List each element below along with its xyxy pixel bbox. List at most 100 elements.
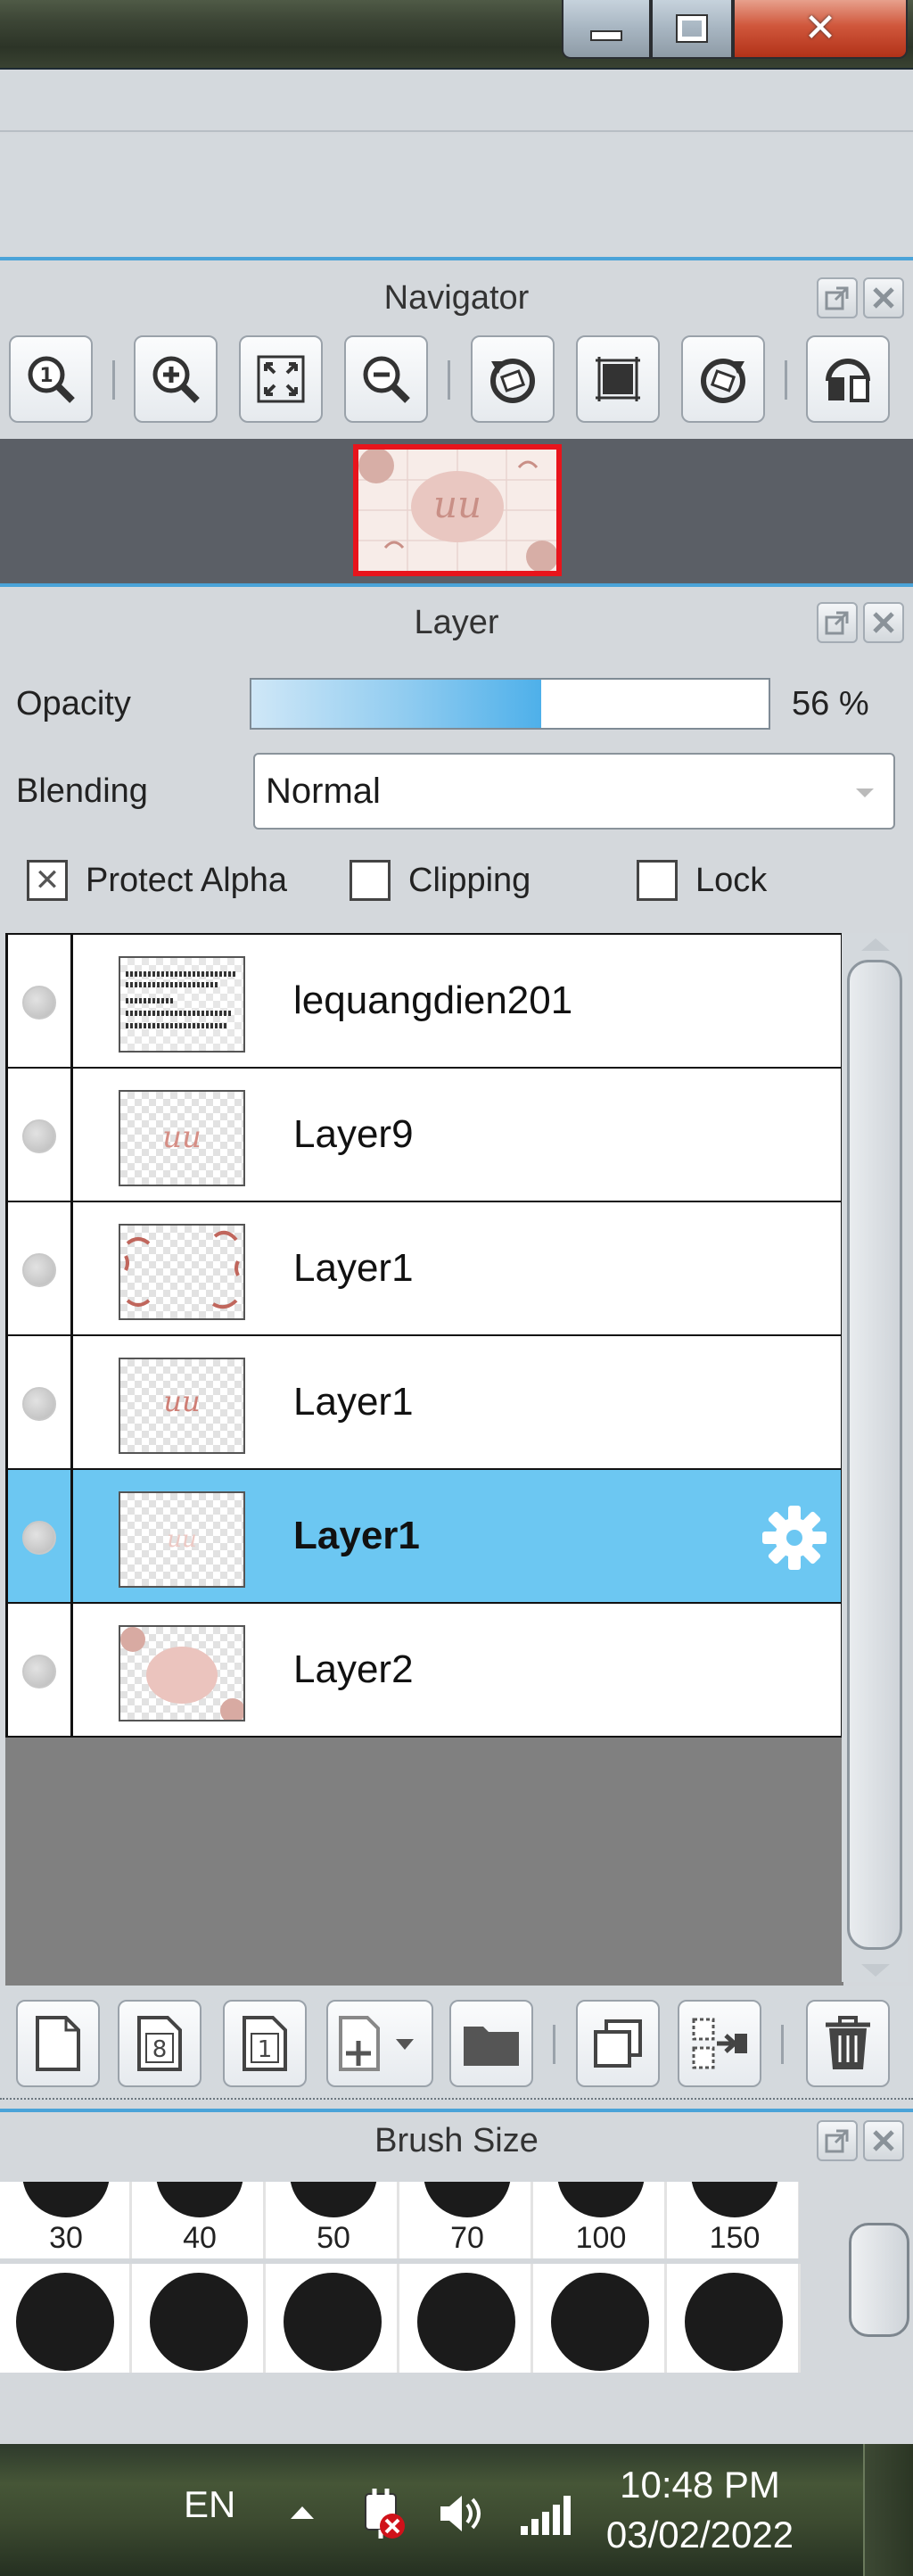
protect-alpha-checkbox[interactable]: ✕ Protect Alpha xyxy=(27,860,287,901)
brush-size-cell[interactable] xyxy=(669,2264,801,2373)
duplicate-layer-button[interactable] xyxy=(576,2000,660,2087)
rotate-right-button[interactable] xyxy=(681,335,765,423)
brush-size-panel: Brush Size 30 40 50 70 100 150 xyxy=(0,2112,913,2444)
layer-visibility-icon[interactable] xyxy=(22,1655,56,1688)
scroll-up-icon[interactable] xyxy=(858,935,893,954)
new-8bit-layer-button[interactable]: 8 xyxy=(118,2000,202,2087)
zoom-in-button[interactable] xyxy=(134,335,218,423)
brush-size-cell[interactable] xyxy=(535,2264,667,2373)
flip-horizontal-icon xyxy=(826,359,870,402)
panel-splitter[interactable] xyxy=(0,2098,913,2101)
reset-rotation-icon xyxy=(596,357,640,401)
layer-row[interactable]: uu Layer1 xyxy=(5,1334,843,1470)
zoom-100-button[interactable]: 1 xyxy=(9,335,93,423)
close-panel-button[interactable] xyxy=(863,602,904,643)
undock-button[interactable] xyxy=(817,602,858,643)
language-indicator[interactable]: EN xyxy=(184,2483,235,2526)
close-panel-button[interactable] xyxy=(863,2120,904,2161)
layer-row[interactable]: Layer2 xyxy=(5,1602,843,1738)
new-1bit-layer-icon: 1 xyxy=(243,2016,287,2071)
close-icon xyxy=(873,612,894,633)
zoom-out-button[interactable] xyxy=(344,335,428,423)
chevron-down-icon xyxy=(856,788,874,797)
opacity-slider[interactable] xyxy=(250,678,770,730)
restore-button[interactable] xyxy=(651,0,733,59)
fit-screen-button[interactable] xyxy=(239,335,323,423)
clock-date[interactable]: 03/02/2022 xyxy=(588,2514,811,2556)
duplicate-layer-icon xyxy=(594,2019,642,2068)
clock-time[interactable]: 10:48 PM xyxy=(588,2464,811,2506)
layer-visibility-icon[interactable] xyxy=(22,986,56,1020)
brush-size-cell[interactable] xyxy=(134,2264,266,2373)
layer-name: Layer9 xyxy=(293,1112,414,1156)
scroll-down-icon[interactable] xyxy=(858,1961,893,1980)
layer-row[interactable]: Layer1 xyxy=(5,1201,843,1336)
brush-size-title: Brush Size xyxy=(374,2121,539,2159)
brush-size-cell[interactable]: 70 xyxy=(401,2182,533,2258)
brush-size-cell[interactable]: 30 xyxy=(0,2182,132,2258)
brush-size-value: 40 xyxy=(183,2221,217,2255)
brush-size-row xyxy=(0,2264,801,2373)
new-1bit-layer-button[interactable]: 1 xyxy=(223,2000,307,2087)
menu-strip xyxy=(0,71,913,132)
volume-icon[interactable] xyxy=(437,2490,487,2537)
scrollbar-thumb[interactable] xyxy=(847,960,902,1950)
new-layer-button[interactable] xyxy=(16,2000,100,2087)
brush-size-cell[interactable]: 40 xyxy=(134,2182,266,2258)
merge-down-button[interactable] xyxy=(678,2000,761,2087)
close-icon xyxy=(873,2130,894,2151)
show-desktop-button[interactable] xyxy=(863,2444,913,2576)
navigator-preview[interactable]: uu xyxy=(0,439,913,583)
opacity-slider-fill xyxy=(251,680,541,728)
show-hidden-icons-icon[interactable] xyxy=(289,2503,316,2521)
brush-size-cell[interactable] xyxy=(267,2264,399,2373)
lock-label: Lock xyxy=(695,861,768,899)
brush-size-scrollbar[interactable] xyxy=(849,2223,909,2337)
lock-checkbox[interactable]: Lock xyxy=(637,860,767,901)
power-plug-icon[interactable] xyxy=(357,2487,408,2542)
add-layer-menu-button[interactable] xyxy=(326,2000,433,2087)
undock-button[interactable] xyxy=(817,277,858,318)
minimize-button[interactable] xyxy=(562,0,651,59)
layer-name: Layer1 xyxy=(293,1514,420,1557)
undock-icon xyxy=(825,286,849,310)
brush-size-cell[interactable] xyxy=(401,2264,533,2373)
trash-icon xyxy=(826,2016,870,2069)
layer-visibility-icon[interactable] xyxy=(22,1521,56,1555)
layer-visibility-icon[interactable] xyxy=(22,1119,56,1153)
layer-row-selected[interactable]: uu Layer1 xyxy=(5,1468,843,1604)
brush-size-cell[interactable]: 100 xyxy=(535,2182,667,2258)
clipping-checkbox[interactable]: Clipping xyxy=(350,860,531,901)
undock-button[interactable] xyxy=(817,2120,858,2161)
layer-list-scrollbar[interactable] xyxy=(842,933,908,1982)
layer-visibility-icon[interactable] xyxy=(22,1387,56,1421)
rotate-left-button[interactable] xyxy=(471,335,555,423)
layer-toolbar: 8 1 xyxy=(0,1986,913,2101)
layer-row[interactable]: uu Layer9 xyxy=(5,1067,843,1202)
close-window-button[interactable]: ✕ xyxy=(733,0,908,59)
brush-size-value: 50 xyxy=(317,2221,350,2255)
brush-size-value: 70 xyxy=(450,2221,484,2255)
brush-size-cell[interactable] xyxy=(0,2264,132,2373)
close-panel-button[interactable] xyxy=(863,277,904,318)
zoom-in-icon xyxy=(152,356,200,403)
new-folder-button[interactable] xyxy=(449,2000,533,2087)
fit-screen-icon xyxy=(257,355,305,403)
blending-select[interactable]: Normal xyxy=(253,753,895,830)
new-layer-icon xyxy=(36,2016,80,2071)
layer-thumbnail xyxy=(119,1224,245,1320)
brush-size-cell[interactable]: 150 xyxy=(669,2182,799,2258)
zoom-100-icon: 1 xyxy=(28,356,75,403)
layer-settings-gear-icon[interactable] xyxy=(757,1500,832,1575)
brush-size-cell[interactable]: 50 xyxy=(267,2182,399,2258)
minimize-icon xyxy=(590,30,622,41)
delete-layer-button[interactable] xyxy=(806,2000,890,2087)
protect-alpha-check-icon: ✕ xyxy=(27,860,68,901)
network-signal-icon[interactable] xyxy=(517,2492,574,2537)
canvas-thumbnail: uu xyxy=(353,444,562,576)
layer-row[interactable]: lequangdien201 xyxy=(5,933,843,1069)
protect-alpha-label: Protect Alpha xyxy=(86,861,288,899)
layer-visibility-icon[interactable] xyxy=(22,1253,56,1287)
reset-rotation-button[interactable] xyxy=(576,335,660,423)
flip-horizontal-button[interactable] xyxy=(806,335,890,423)
